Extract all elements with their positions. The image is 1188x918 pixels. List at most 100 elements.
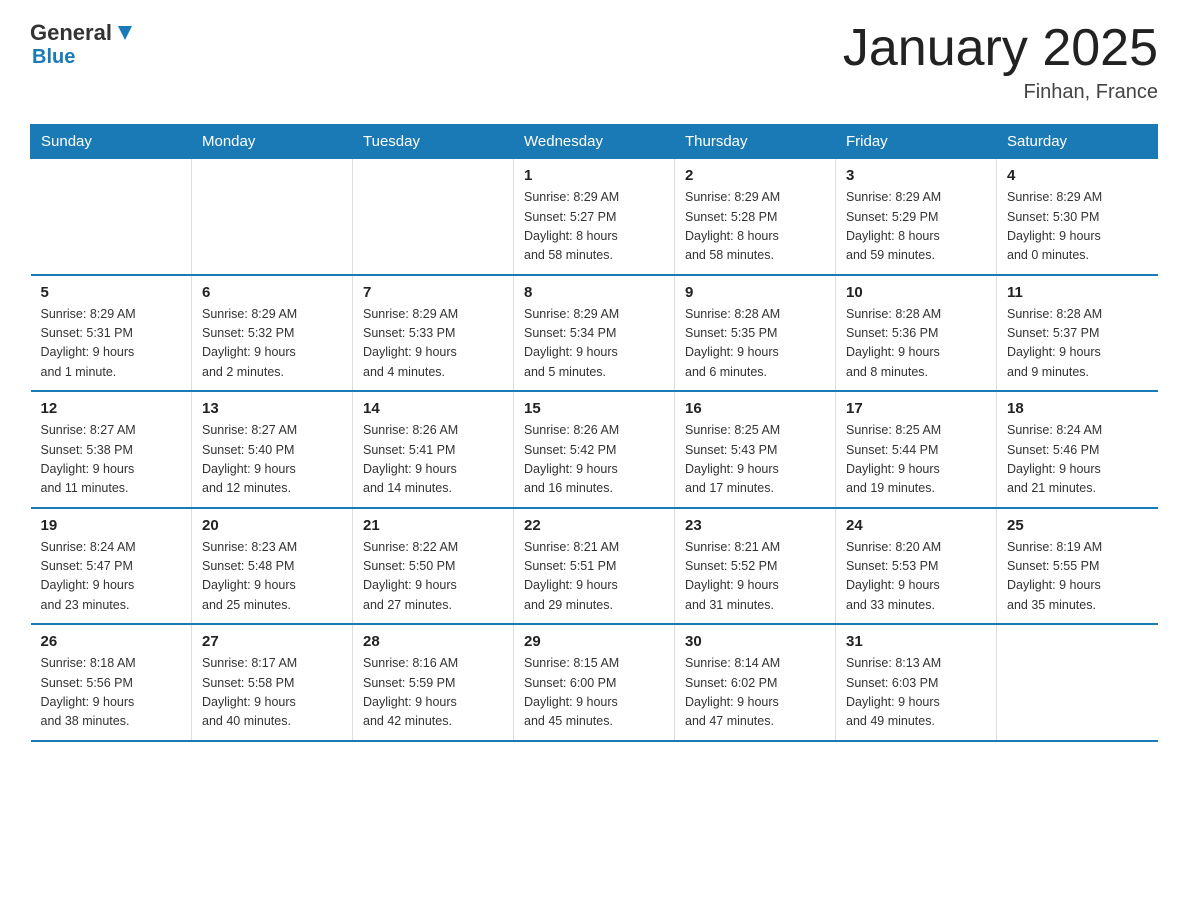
calendar-header-row: SundayMondayTuesdayWednesdayThursdayFrid… bbox=[31, 125, 1158, 159]
calendar-title: January 2025 bbox=[843, 20, 1158, 77]
header-sunday: Sunday bbox=[31, 125, 192, 159]
calendar-week-row: 1 Sunrise: 8:29 AM Sunset: 5:27 PM Daylig… bbox=[31, 159, 1158, 275]
day-number: 27 bbox=[202, 633, 342, 650]
day-info: Sunrise: 8:26 AM Sunset: 5:42 PM Dayligh… bbox=[524, 421, 664, 499]
day-number: 13 bbox=[202, 400, 342, 417]
calendar-day-cell: 29Sunrise: 8:15 AM Sunset: 6:00 PM Dayli… bbox=[514, 624, 675, 741]
day-number: 16 bbox=[685, 400, 825, 417]
day-info: Sunrise: 8:25 AM Sunset: 5:44 PM Dayligh… bbox=[846, 421, 986, 499]
calendar-day-cell: 13 Sunrise: 8:27 AM Sunset: 5:40 PM Dayli… bbox=[192, 391, 353, 508]
calendar-day-cell: 25Sunrise: 8:19 AM Sunset: 5:55 PM Dayli… bbox=[997, 508, 1158, 625]
day-info: Sunrise: 8:22 AM Sunset: 5:50 PM Dayligh… bbox=[363, 538, 503, 616]
header-tuesday: Tuesday bbox=[353, 125, 514, 159]
day-number: 8 bbox=[524, 284, 664, 301]
day-number: 18 bbox=[1007, 400, 1148, 417]
day-info: Sunrise: 8:21 AM Sunset: 5:51 PM Dayligh… bbox=[524, 538, 664, 616]
day-number: 10 bbox=[846, 284, 986, 301]
day-number: 9 bbox=[685, 284, 825, 301]
day-info: Sunrise: 8:28 AM Sunset: 5:37 PM Dayligh… bbox=[1007, 305, 1148, 383]
calendar-day-cell: 3Sunrise: 8:29 AM Sunset: 5:29 PM Daylig… bbox=[836, 159, 997, 275]
calendar-day-cell: 12 Sunrise: 8:27 AM Sunset: 5:38 PM Dayli… bbox=[31, 391, 192, 508]
calendar-day-cell: 8 Sunrise: 8:29 AM Sunset: 5:34 PM Daylig… bbox=[514, 275, 675, 392]
day-number: 23 bbox=[685, 517, 825, 534]
calendar-day-cell: 28Sunrise: 8:16 AM Sunset: 5:59 PM Dayli… bbox=[353, 624, 514, 741]
day-info: Sunrise: 8:29 AM Sunset: 5:28 PM Dayligh… bbox=[685, 188, 825, 266]
day-number: 6 bbox=[202, 284, 342, 301]
day-number: 26 bbox=[41, 633, 182, 650]
calendar-day-cell: 9Sunrise: 8:28 AM Sunset: 5:35 PM Daylig… bbox=[675, 275, 836, 392]
day-info: Sunrise: 8:26 AM Sunset: 5:41 PM Dayligh… bbox=[363, 421, 503, 499]
day-info: Sunrise: 8:18 AM Sunset: 5:56 PM Dayligh… bbox=[41, 654, 182, 732]
calendar-day-cell: 10Sunrise: 8:28 AM Sunset: 5:36 PM Dayli… bbox=[836, 275, 997, 392]
calendar-day-cell: 27 Sunrise: 8:17 AM Sunset: 5:58 PM Dayli… bbox=[192, 624, 353, 741]
day-number: 21 bbox=[363, 517, 503, 534]
calendar-day-cell: 7 Sunrise: 8:29 AM Sunset: 5:33 PM Daylig… bbox=[353, 275, 514, 392]
calendar-day-cell: 5 Sunrise: 8:29 AM Sunset: 5:31 PM Daylig… bbox=[31, 275, 192, 392]
day-info: Sunrise: 8:29 AM Sunset: 5:34 PM Dayligh… bbox=[524, 305, 664, 383]
logo-triangle-icon bbox=[114, 22, 136, 44]
day-info: Sunrise: 8:16 AM Sunset: 5:59 PM Dayligh… bbox=[363, 654, 503, 732]
day-number: 29 bbox=[524, 633, 664, 650]
day-number: 12 bbox=[41, 400, 182, 417]
calendar-table: SundayMondayTuesdayWednesdayThursdayFrid… bbox=[30, 124, 1158, 742]
day-info: Sunrise: 8:23 AM Sunset: 5:48 PM Dayligh… bbox=[202, 538, 342, 616]
calendar-day-cell: 24Sunrise: 8:20 AM Sunset: 5:53 PM Dayli… bbox=[836, 508, 997, 625]
empty-cell bbox=[997, 624, 1158, 741]
day-number: 2 bbox=[685, 167, 825, 184]
day-info: Sunrise: 8:29 AM Sunset: 5:30 PM Dayligh… bbox=[1007, 188, 1148, 266]
calendar-day-cell: 22 Sunrise: 8:21 AM Sunset: 5:51 PM Dayli… bbox=[514, 508, 675, 625]
day-number: 15 bbox=[524, 400, 664, 417]
calendar-day-cell: 11 Sunrise: 8:28 AM Sunset: 5:37 PM Dayli… bbox=[997, 275, 1158, 392]
day-info: Sunrise: 8:13 AM Sunset: 6:03 PM Dayligh… bbox=[846, 654, 986, 732]
calendar-day-cell: 1 Sunrise: 8:29 AM Sunset: 5:27 PM Daylig… bbox=[514, 159, 675, 275]
day-info: Sunrise: 8:29 AM Sunset: 5:33 PM Dayligh… bbox=[363, 305, 503, 383]
page-header: General Blue January 2025 Finhan, France bbox=[30, 20, 1158, 104]
day-number: 24 bbox=[846, 517, 986, 534]
calendar-location: Finhan, France bbox=[843, 81, 1158, 104]
day-number: 20 bbox=[202, 517, 342, 534]
calendar-day-cell: 31 Sunrise: 8:13 AM Sunset: 6:03 PM Dayli… bbox=[836, 624, 997, 741]
day-info: Sunrise: 8:29 AM Sunset: 5:32 PM Dayligh… bbox=[202, 305, 342, 383]
calendar-day-cell: 18 Sunrise: 8:24 AM Sunset: 5:46 PM Dayli… bbox=[997, 391, 1158, 508]
calendar-day-cell: 26 Sunrise: 8:18 AM Sunset: 5:56 PM Dayli… bbox=[31, 624, 192, 741]
empty-cell bbox=[353, 159, 514, 275]
day-number: 7 bbox=[363, 284, 503, 301]
title-block: January 2025 Finhan, France bbox=[843, 20, 1158, 104]
day-info: Sunrise: 8:29 AM Sunset: 5:27 PM Dayligh… bbox=[524, 188, 664, 266]
calendar-day-cell: 15 Sunrise: 8:26 AM Sunset: 5:42 PM Dayli… bbox=[514, 391, 675, 508]
day-info: Sunrise: 8:27 AM Sunset: 5:40 PM Dayligh… bbox=[202, 421, 342, 499]
calendar-day-cell: 6 Sunrise: 8:29 AM Sunset: 5:32 PM Daylig… bbox=[192, 275, 353, 392]
day-number: 3 bbox=[846, 167, 986, 184]
calendar-week-row: 12 Sunrise: 8:27 AM Sunset: 5:38 PM Dayli… bbox=[31, 391, 1158, 508]
calendar-week-row: 26 Sunrise: 8:18 AM Sunset: 5:56 PM Dayli… bbox=[31, 624, 1158, 741]
calendar-day-cell: 14 Sunrise: 8:26 AM Sunset: 5:41 PM Dayli… bbox=[353, 391, 514, 508]
day-info: Sunrise: 8:27 AM Sunset: 5:38 PM Dayligh… bbox=[41, 421, 182, 499]
day-info: Sunrise: 8:24 AM Sunset: 5:46 PM Dayligh… bbox=[1007, 421, 1148, 499]
header-friday: Friday bbox=[836, 125, 997, 159]
logo-general-text: General bbox=[30, 20, 112, 46]
calendar-week-row: 19 Sunrise: 8:24 AM Sunset: 5:47 PM Dayli… bbox=[31, 508, 1158, 625]
day-number: 25 bbox=[1007, 517, 1148, 534]
day-number: 5 bbox=[41, 284, 182, 301]
calendar-day-cell: 20 Sunrise: 8:23 AM Sunset: 5:48 PM Dayli… bbox=[192, 508, 353, 625]
day-info: Sunrise: 8:24 AM Sunset: 5:47 PM Dayligh… bbox=[41, 538, 182, 616]
day-number: 30 bbox=[685, 633, 825, 650]
header-thursday: Thursday bbox=[675, 125, 836, 159]
day-number: 22 bbox=[524, 517, 664, 534]
day-info: Sunrise: 8:29 AM Sunset: 5:31 PM Dayligh… bbox=[41, 305, 182, 383]
empty-cell bbox=[31, 159, 192, 275]
empty-cell bbox=[192, 159, 353, 275]
day-info: Sunrise: 8:17 AM Sunset: 5:58 PM Dayligh… bbox=[202, 654, 342, 732]
header-monday: Monday bbox=[192, 125, 353, 159]
day-number: 4 bbox=[1007, 167, 1148, 184]
logo-blue-text: Blue bbox=[32, 46, 136, 69]
calendar-day-cell: 23Sunrise: 8:21 AM Sunset: 5:52 PM Dayli… bbox=[675, 508, 836, 625]
day-number: 1 bbox=[524, 167, 664, 184]
header-saturday: Saturday bbox=[997, 125, 1158, 159]
day-number: 31 bbox=[846, 633, 986, 650]
day-number: 11 bbox=[1007, 284, 1148, 301]
calendar-day-cell: 19 Sunrise: 8:24 AM Sunset: 5:47 PM Dayli… bbox=[31, 508, 192, 625]
day-info: Sunrise: 8:25 AM Sunset: 5:43 PM Dayligh… bbox=[685, 421, 825, 499]
day-number: 19 bbox=[41, 517, 182, 534]
day-number: 14 bbox=[363, 400, 503, 417]
